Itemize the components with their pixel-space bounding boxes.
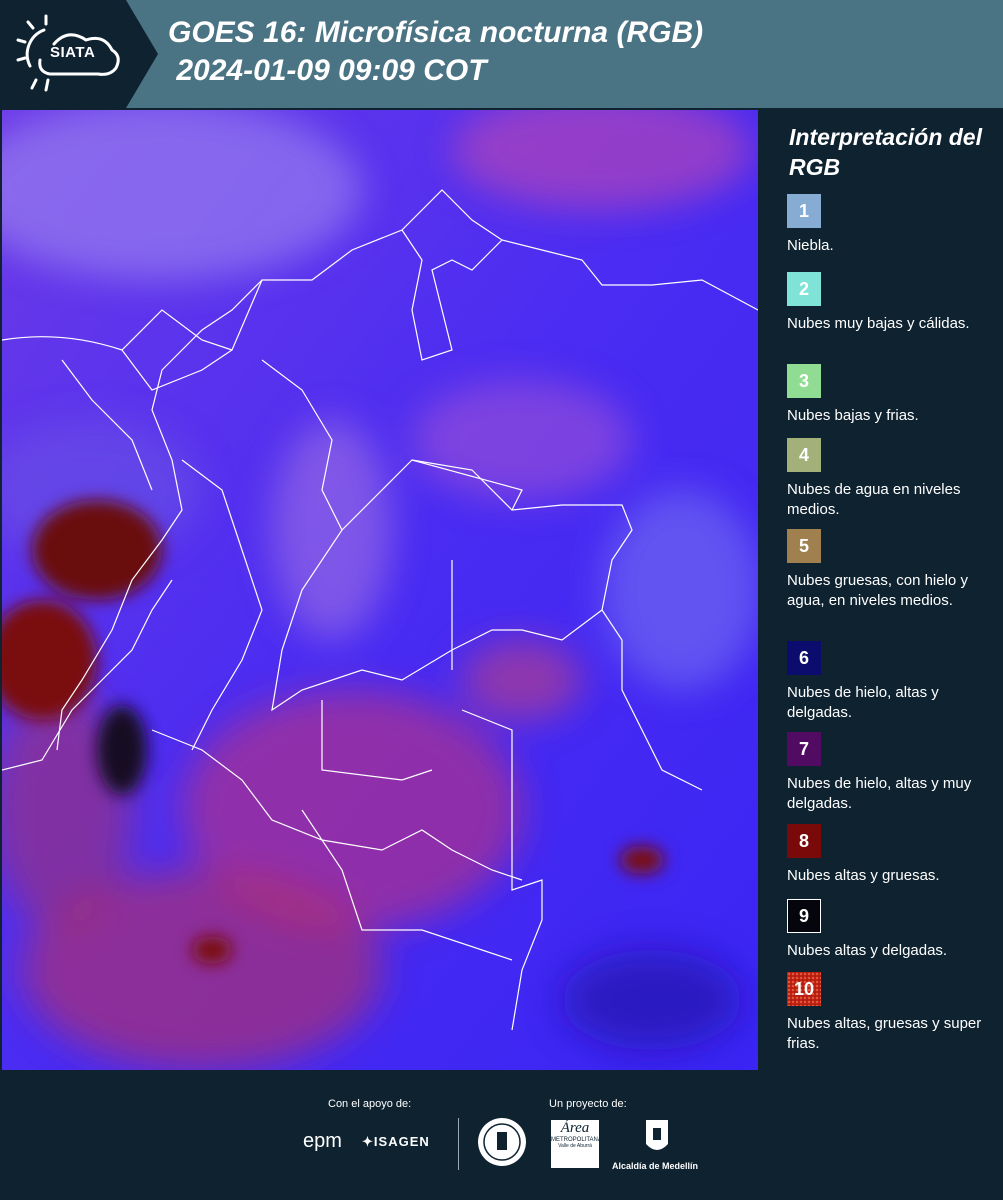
logo-text: SIATA [50, 44, 96, 61]
legend-description: Nubes muy bajas y cálidas. [787, 315, 970, 332]
legend-panel: Interpretación del RGB 1 Niebla. 2 Nubes… [760, 108, 1003, 1070]
page-title: GOES 16: Microfísica nocturna (RGB) 2024… [168, 14, 703, 90]
legend-item-5: 5 Nubes gruesas, con hielo y agua, en ni… [787, 529, 997, 611]
legend-description: Nubes de agua en niveles medios. [787, 481, 961, 518]
legend-description: Nubes altas, gruesas y super frias. [787, 1015, 982, 1052]
title-line-1: GOES 16: Microfísica nocturna (RGB) [168, 16, 704, 49]
legend-swatch: 8 [787, 824, 821, 858]
isagen-text: ISAGEN [373, 1134, 430, 1149]
legend-swatch: 10 [787, 972, 821, 1006]
legend-item-7: 7 Nubes de hielo, altas y muy delgadas. [787, 732, 997, 814]
legend-item-9: 9 Nubes altas y delgadas. [787, 899, 997, 961]
legend-description: Nubes de hielo, altas y muy delgadas. [787, 775, 972, 812]
legend-title: Interpretación del RGB [789, 124, 982, 180]
support-label: Con el apoyo de: [328, 1098, 412, 1110]
legend-description: Nubes altas y delgadas. [787, 942, 948, 959]
legend-item-2: 2 Nubes muy bajas y cálidas. [787, 272, 997, 334]
legend-description: Niebla. [787, 237, 834, 254]
legend-description: Nubes bajas y frias. [787, 407, 919, 424]
legend-swatch: 6 [787, 641, 821, 675]
legend-item-10: 10 Nubes altas, gruesas y super frias. [787, 972, 997, 1054]
legend-description: Nubes de hielo, altas y delgadas. [787, 684, 939, 721]
legend-swatch: 1 [787, 194, 821, 228]
legend-swatch: 9 [787, 899, 821, 933]
isagen-mark-icon: ✦ [362, 1134, 374, 1149]
isagen-logo: ✦ISAGEN [362, 1134, 430, 1150]
legend-swatch: 5 [787, 529, 821, 563]
legend-description: Nubes altas y gruesas. [787, 867, 940, 884]
satellite-map[interactable] [2, 110, 758, 1070]
footer-divider [458, 1118, 459, 1170]
legend-item-3: 3 Nubes bajas y frias. [787, 364, 997, 426]
area-metropolitana-logo: Área METROPOLITANA Valle de Aburrá [551, 1120, 602, 1168]
legend-swatch: 3 [787, 364, 821, 398]
title-line-2: 2024-01-09 09:09 COT [168, 54, 487, 87]
legend-item-1: 1 Niebla. [787, 194, 997, 256]
map-svg [2, 110, 758, 1070]
legend-item-4: 4 Nubes de agua en niveles medios. [787, 438, 997, 520]
legend-item-8: 8 Nubes altas y gruesas. [787, 824, 997, 886]
area-logo-title: Área [560, 1120, 590, 1136]
project-label: Un proyecto de: [549, 1098, 627, 1110]
legend-swatch: 4 [787, 438, 821, 472]
siata-logo: SIATA [0, 0, 158, 108]
seal-icon [478, 1118, 526, 1166]
area-logo-tagline: Valle de Aburrá [558, 1143, 592, 1149]
medellin-shield-icon [646, 1120, 668, 1150]
footer: Con el apoyo de: Un proyecto de: epm ✦IS… [0, 1070, 1003, 1200]
alcaldia-medellin-label: Alcaldía de Medellín [612, 1161, 699, 1171]
legend-swatch: 2 [787, 272, 821, 306]
legend-description: Nubes gruesas, con hielo y agua, en nive… [787, 572, 968, 609]
legend-item-6: 6 Nubes de hielo, altas y delgadas. [787, 641, 997, 723]
header-bar: SIATA GOES 16: Microfísica nocturna (RGB… [0, 0, 1003, 108]
legend-swatch: 7 [787, 732, 821, 766]
epm-logo: epm [303, 1130, 342, 1152]
